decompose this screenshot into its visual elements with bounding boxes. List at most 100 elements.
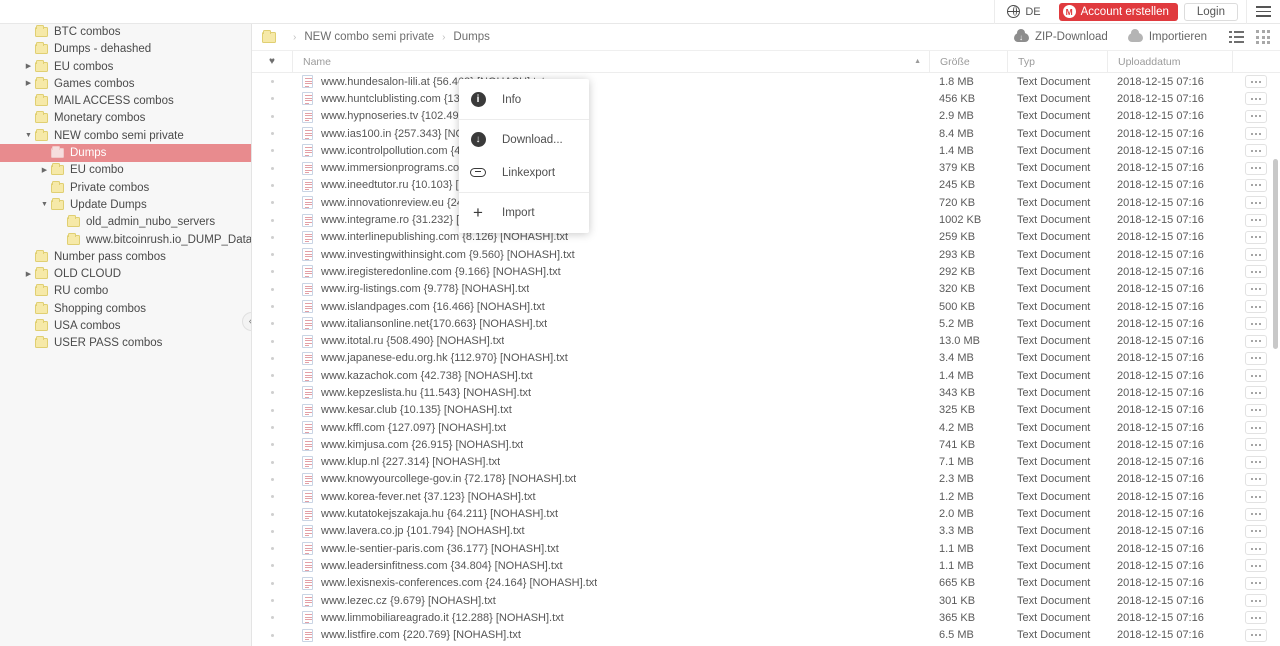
table-row[interactable]: www.ineedtutor.ru {10.103} [NOHASH].txt2… xyxy=(252,177,1280,194)
row-more-options-button[interactable] xyxy=(1245,231,1267,244)
row-more-options-button[interactable] xyxy=(1245,542,1267,555)
table-row[interactable]: www.lexisnexis-conferences.com {24.164} … xyxy=(252,575,1280,592)
table-row[interactable]: www.itotal.ru {508.490} [NOHASH].txt13.0… xyxy=(252,332,1280,349)
row-more-options-button[interactable] xyxy=(1245,594,1267,607)
row-favorite-toggle[interactable] xyxy=(252,219,292,222)
row-favorite-toggle[interactable] xyxy=(252,564,292,567)
row-favorite-toggle[interactable] xyxy=(252,513,292,516)
row-more-options-button[interactable] xyxy=(1245,265,1267,278)
table-row[interactable]: www.le-sentier-paris.com {36.177} [NOHAS… xyxy=(252,540,1280,557)
row-favorite-toggle[interactable] xyxy=(252,80,292,83)
list-view-icon[interactable] xyxy=(1229,31,1244,44)
row-favorite-toggle[interactable] xyxy=(252,409,292,412)
chevron-down-icon[interactable]: ▼ xyxy=(38,201,51,208)
row-favorite-toggle[interactable] xyxy=(252,132,292,135)
table-row[interactable]: www.huntclublisting.com {13.857} [NOHASH… xyxy=(252,90,1280,107)
breadcrumb-item-0[interactable]: NEW combo semi private xyxy=(304,31,434,43)
sidebar-folder-item[interactable]: RU combo xyxy=(0,283,251,300)
table-row[interactable]: www.kepzeslista.hu {11.543} [NOHASH].txt… xyxy=(252,384,1280,401)
row-more-options-button[interactable] xyxy=(1245,300,1267,313)
row-favorite-toggle[interactable] xyxy=(252,167,292,170)
table-row[interactable]: www.hypnoseries.tv {102.497} [NOHASH].tx… xyxy=(252,108,1280,125)
row-favorite-toggle[interactable] xyxy=(252,253,292,256)
context-menu-item-linkexport[interactable]: Linkexport xyxy=(459,156,589,189)
table-row[interactable]: www.klup.nl {227.314} [NOHASH].txt7.1 MB… xyxy=(252,454,1280,471)
row-more-options-button[interactable] xyxy=(1245,611,1267,624)
row-more-options-button[interactable] xyxy=(1245,248,1267,261)
sidebar-folder-item[interactable]: Private combos xyxy=(0,179,251,196)
menu-icon[interactable] xyxy=(1246,0,1280,24)
row-favorite-toggle[interactable] xyxy=(252,461,292,464)
sidebar-folder-item[interactable]: www.bitcoinrush.io_DUMP_Data xyxy=(0,231,251,248)
sidebar-folder-item[interactable]: USA combos xyxy=(0,317,251,334)
sidebar-folder-item[interactable]: ▼NEW combo semi private xyxy=(0,127,251,144)
breadcrumb-item-1[interactable]: Dumps xyxy=(453,31,489,43)
row-favorite-toggle[interactable] xyxy=(252,443,292,446)
row-more-options-button[interactable] xyxy=(1245,283,1267,296)
row-more-options-button[interactable] xyxy=(1245,335,1267,348)
row-favorite-toggle[interactable] xyxy=(252,357,292,360)
row-favorite-toggle[interactable] xyxy=(252,115,292,118)
row-favorite-toggle[interactable] xyxy=(252,547,292,550)
chevron-right-icon[interactable]: ▶ xyxy=(22,271,35,278)
column-header-favorite[interactable]: ♥ xyxy=(252,57,292,67)
row-favorite-toggle[interactable] xyxy=(252,288,292,291)
row-more-options-button[interactable] xyxy=(1245,162,1267,175)
row-favorite-toggle[interactable] xyxy=(252,97,292,100)
table-row[interactable]: www.korea-fever.net {37.123} [NOHASH].tx… xyxy=(252,488,1280,505)
row-favorite-toggle[interactable] xyxy=(252,184,292,187)
row-favorite-toggle[interactable] xyxy=(252,478,292,481)
sidebar-folder-item[interactable]: Monetary combos xyxy=(0,110,251,127)
row-favorite-toggle[interactable] xyxy=(252,530,292,533)
context-menu-item-info[interactable]: i Info xyxy=(459,83,589,116)
context-menu-item-import[interactable]: + Import xyxy=(459,196,589,229)
sidebar-folder-item[interactable]: USER PASS combos xyxy=(0,335,251,352)
row-favorite-toggle[interactable] xyxy=(252,236,292,239)
chevron-right-icon[interactable]: ▶ xyxy=(22,80,35,87)
row-more-options-button[interactable] xyxy=(1245,525,1267,538)
row-more-options-button[interactable] xyxy=(1245,317,1267,330)
sidebar-folder-item[interactable]: Dumps xyxy=(0,144,251,161)
table-row[interactable]: www.interlinepublishing.com {8.126} [NOH… xyxy=(252,229,1280,246)
language-selector[interactable]: DE xyxy=(994,0,1052,24)
row-favorite-toggle[interactable] xyxy=(252,201,292,204)
table-row[interactable]: www.irg-listings.com {9.778} [NOHASH].tx… xyxy=(252,281,1280,298)
sidebar-folder-item[interactable]: BTC combos xyxy=(0,23,251,40)
column-header-name[interactable]: Name ▲ xyxy=(292,51,929,73)
table-row[interactable]: www.limmobiliareagrado.it {12.288} [NOHA… xyxy=(252,609,1280,626)
table-row[interactable]: www.lezec.cz {9.679} [NOHASH].txt301 KBT… xyxy=(252,592,1280,609)
sidebar-folder-item[interactable]: ▶EU combos xyxy=(0,58,251,75)
vertical-scrollbar[interactable] xyxy=(1273,159,1278,349)
table-row[interactable]: www.kesar.club {10.135} [NOHASH].txt325 … xyxy=(252,402,1280,419)
row-more-options-button[interactable] xyxy=(1245,404,1267,417)
column-header-size[interactable]: Größe xyxy=(929,51,1007,73)
table-row[interactable]: www.iregisteredonline.com {9.166} [NOHAS… xyxy=(252,263,1280,280)
row-more-options-button[interactable] xyxy=(1245,369,1267,382)
import-button[interactable]: Importieren xyxy=(1128,31,1207,43)
row-more-options-button[interactable] xyxy=(1245,386,1267,399)
chevron-right-icon[interactable]: ▶ xyxy=(22,63,35,70)
sidebar-folder-item[interactable]: Number pass combos xyxy=(0,248,251,265)
row-favorite-toggle[interactable] xyxy=(252,426,292,429)
context-menu-item-download[interactable]: ↓ Download... xyxy=(459,123,589,156)
row-more-options-button[interactable] xyxy=(1245,559,1267,572)
row-favorite-toggle[interactable] xyxy=(252,270,292,273)
sidebar-folder-item[interactable]: old_admin_nubo_servers xyxy=(0,214,251,231)
row-more-options-button[interactable] xyxy=(1245,144,1267,157)
row-more-options-button[interactable] xyxy=(1245,179,1267,192)
row-more-options-button[interactable] xyxy=(1245,490,1267,503)
table-row[interactable]: www.lavera.co.jp {101.794} [NOHASH].txt3… xyxy=(252,523,1280,540)
table-row[interactable]: www.leadersinfitness.com {34.804} [NOHAS… xyxy=(252,557,1280,574)
table-row[interactable]: www.integrame.ro {31.232} [NOHASH].txt10… xyxy=(252,211,1280,228)
table-row[interactable]: www.immersionprograms.com {11.874} [NOHA… xyxy=(252,159,1280,176)
row-favorite-toggle[interactable] xyxy=(252,599,292,602)
row-more-options-button[interactable] xyxy=(1245,508,1267,521)
sidebar-folder-item[interactable]: ▼Update Dumps xyxy=(0,196,251,213)
row-favorite-toggle[interactable] xyxy=(252,322,292,325)
row-more-options-button[interactable] xyxy=(1245,421,1267,434)
table-row[interactable]: www.ias100.in {257.343} [NOHASH].txt8.4 … xyxy=(252,125,1280,142)
row-favorite-toggle[interactable] xyxy=(252,374,292,377)
row-favorite-toggle[interactable] xyxy=(252,616,292,619)
row-favorite-toggle[interactable] xyxy=(252,305,292,308)
row-favorite-toggle[interactable] xyxy=(252,634,292,637)
